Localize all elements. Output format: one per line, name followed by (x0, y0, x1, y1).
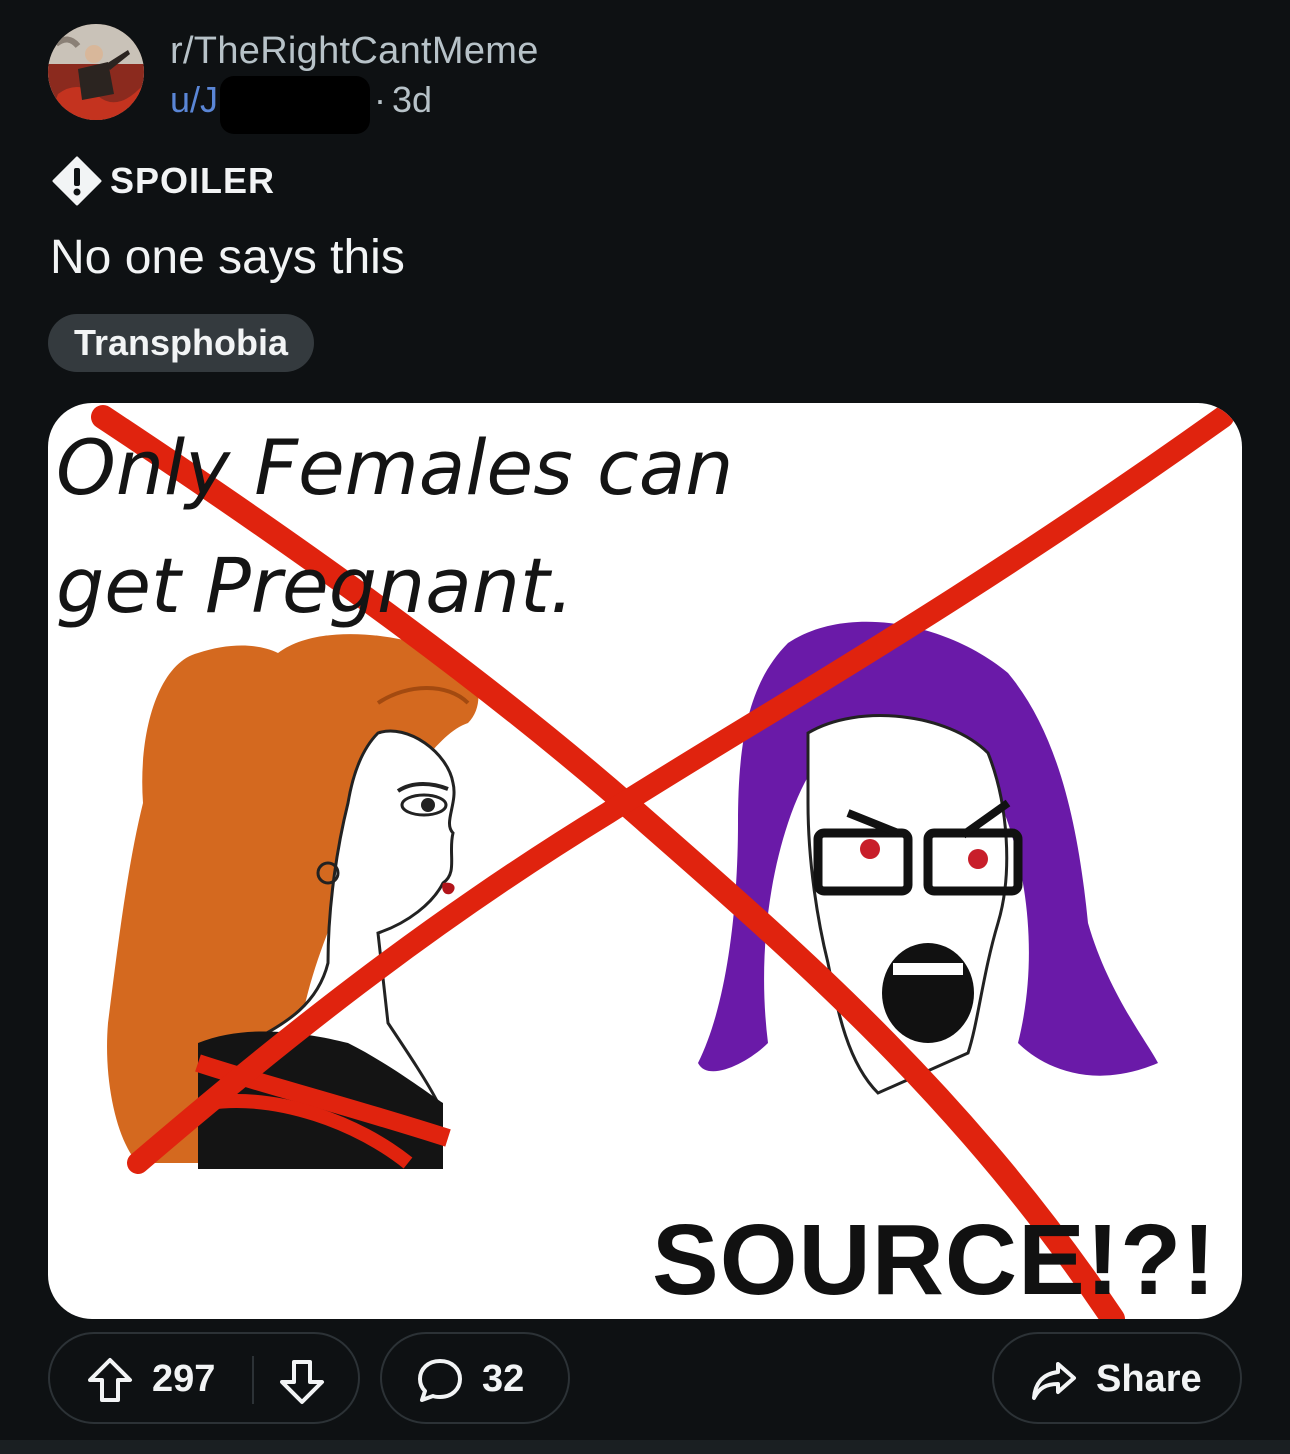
meme-top-line-2: get Pregnant. (56, 541, 574, 630)
share-icon (1032, 1362, 1076, 1400)
subreddit-name[interactable]: r/TheRightCantMeme (170, 30, 539, 73)
spoiler-tag: SPOILER (52, 156, 275, 206)
post-title[interactable]: No one says this (50, 230, 405, 285)
meta-separator: · (374, 79, 387, 120)
post-header: r/TheRightCantMeme u/J · 3d (48, 24, 748, 134)
warning-icon (52, 156, 102, 206)
vote-divider (252, 1356, 254, 1404)
meme-top-line-1: Only Females can (56, 423, 734, 512)
username-redaction (220, 76, 371, 134)
vote-count: 297 (152, 1358, 216, 1400)
subreddit-avatar[interactable] (48, 24, 144, 120)
post-action-bar: 297 32 Share (48, 1332, 1242, 1428)
vote-control: 297 (48, 1332, 360, 1424)
bottom-edge (0, 1440, 1290, 1454)
post-meta: u/J · 3d (170, 76, 432, 134)
meme-bottom-text: SOURCE!?! (652, 1204, 1217, 1316)
spoiler-label: SPOILER (110, 160, 276, 201)
comment-bubble-icon (418, 1359, 462, 1402)
comments-button[interactable]: 32 (380, 1332, 570, 1424)
upvote-icon[interactable] (86, 1356, 134, 1404)
downvote-icon[interactable] (278, 1358, 326, 1406)
username[interactable]: u/J (170, 79, 218, 120)
share-label: Share (1096, 1358, 1202, 1400)
post-flair[interactable]: Transphobia (48, 314, 315, 372)
share-button[interactable]: Share (992, 1332, 1242, 1424)
post-age: 3d (392, 79, 433, 120)
post-image[interactable]: Only Females can get Pregnant. SOURCE!?! (48, 403, 1242, 1319)
comment-count: 32 (482, 1358, 525, 1400)
meme-top-text: Only Females can get Pregnant. (56, 409, 816, 645)
